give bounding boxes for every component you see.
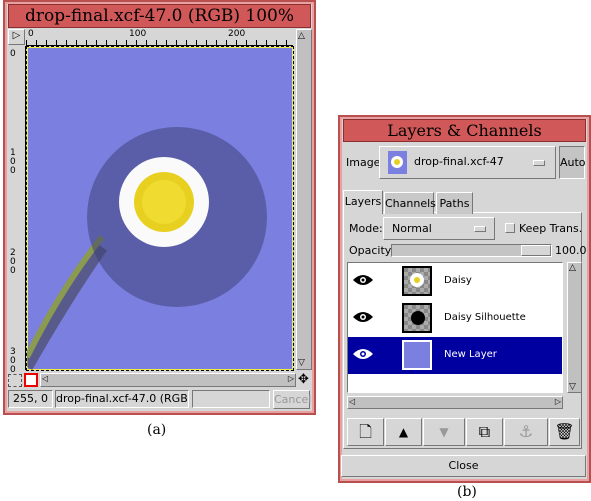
layers-dialog-title: Layers & Channels [343, 119, 586, 142]
dropdown-indicator-icon [474, 226, 486, 232]
layer-name: New Layer [444, 349, 497, 360]
progress-bar [192, 390, 270, 408]
keep-trans-checkbox[interactable] [505, 223, 515, 233]
new-layer-button[interactable]: 🗋 [347, 418, 384, 446]
mode-label: Mode: [349, 222, 383, 235]
layers-horizontal-scrollbar[interactable]: ◁ ▷ [347, 396, 563, 409]
quickmask-on-button[interactable] [24, 373, 38, 387]
layer-row-new-layer[interactable]: New Layer [348, 337, 562, 374]
scroll-up-arrow[interactable]: △ [569, 263, 576, 273]
vertical-scrollbar[interactable]: △ ▽ [296, 29, 312, 370]
scroll-down-arrow[interactable]: ▽ [298, 358, 305, 368]
caption-b: (b) [457, 484, 477, 500]
scroll-up-arrow[interactable]: △ [298, 31, 305, 41]
image-select[interactable]: drop-final.xcf-47 [379, 146, 556, 179]
opacity-label: Opacity: [349, 244, 395, 257]
quickmask-off-button[interactable] [8, 374, 22, 387]
eye-icon[interactable] [352, 310, 374, 324]
ruler-top: 0 100 200 [26, 29, 293, 46]
dropdown-indicator-icon [533, 160, 545, 166]
opacity-value: 100.0 [555, 244, 587, 257]
tab-channels[interactable]: Channels [384, 192, 436, 214]
horizontal-scrollbar[interactable]: ◁ ▷ [40, 373, 296, 387]
pointer-coords: 255, 0 [8, 390, 53, 408]
layers-vertical-scrollbar[interactable]: △ ▽ [567, 262, 582, 393]
tab-paths[interactable]: Paths [436, 192, 473, 214]
layer-name: Daisy Silhouette [444, 312, 526, 323]
layers-list: Daisy Daisy Silhouette New Layer [347, 262, 563, 393]
delete-layer-button[interactable]: 🗑 [549, 418, 580, 446]
mode-select[interactable]: Normal [383, 217, 495, 240]
layer-buttons: 🗋 ▲ ▼ ⧉ ⚓ 🗑 [347, 418, 580, 446]
image-window-title: drop-final.xcf-47.0 (RGB) 100% [8, 4, 311, 28]
auto-button[interactable]: Auto [559, 146, 586, 179]
raise-layer-button[interactable]: ▲ [385, 418, 422, 446]
duplicate-layer-button[interactable]: ⧉ [466, 418, 503, 446]
scroll-right-arrow[interactable]: ▷ [288, 374, 294, 383]
scroll-right-arrow[interactable]: ▷ [555, 397, 561, 406]
image-thumbnail [388, 151, 407, 174]
layer-row-daisy-silhouette[interactable]: Daisy Silhouette [348, 300, 562, 337]
quickmask-corner-button[interactable]: ▷ [8, 29, 25, 45]
navigate-icon[interactable]: ✥ [298, 372, 309, 387]
caption-a: (a) [147, 422, 167, 438]
layer-thumbnail [402, 340, 432, 370]
status-bar: drop-final.xcf-47.0 (RGB) [55, 390, 189, 408]
tab-layers[interactable]: Layers [343, 190, 383, 214]
eye-icon[interactable] [352, 273, 374, 287]
layer-name: Daisy [444, 275, 472, 286]
layer-thumbnail [402, 266, 432, 296]
cancel-button[interactable]: Cancel [273, 390, 311, 409]
scroll-left-arrow[interactable]: ◁ [42, 374, 48, 383]
layer-thumbnail [402, 303, 432, 333]
scroll-left-arrow[interactable]: ◁ [349, 397, 355, 406]
eye-icon[interactable] [352, 347, 374, 361]
daisy-image [21, 127, 267, 370]
scroll-down-arrow[interactable]: ▽ [569, 382, 576, 392]
keep-trans-label: Keep Trans. [519, 222, 583, 235]
image-canvas[interactable] [21, 46, 294, 371]
layer-row-daisy[interactable]: Daisy [348, 263, 562, 300]
opacity-slider[interactable] [391, 244, 552, 257]
close-button[interactable]: Close [341, 455, 586, 477]
lower-layer-button[interactable]: ▼ [423, 418, 465, 446]
anchor-layer-button[interactable]: ⚓ [504, 418, 548, 446]
ruler-left: 0 100 200 300 [8, 46, 26, 375]
opacity-slider-handle[interactable] [521, 245, 551, 256]
